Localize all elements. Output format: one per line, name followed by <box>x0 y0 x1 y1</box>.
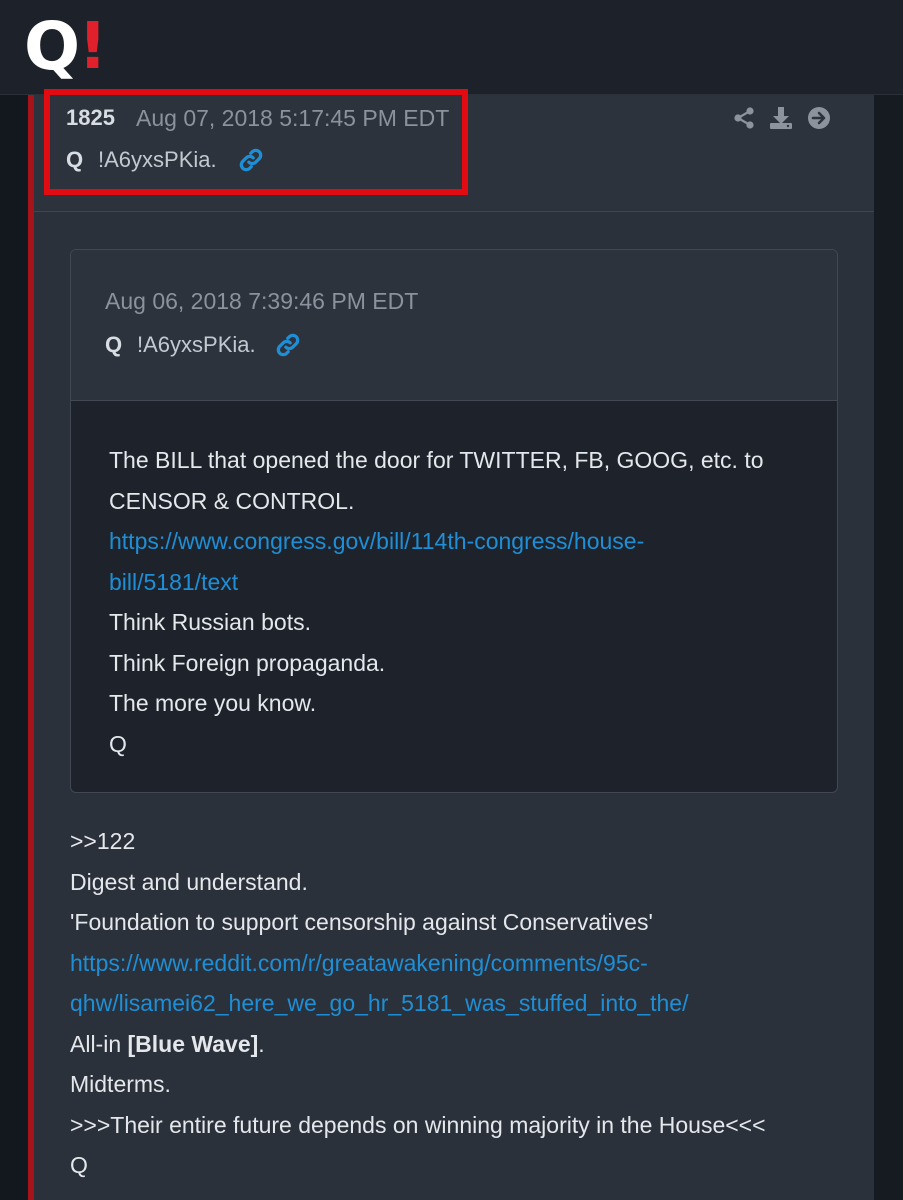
quoted-post-header: Aug 06, 2018 7:39:46 PM EDT Q !A6yxsPKia… <box>71 250 837 401</box>
share-icon[interactable] <box>732 106 756 130</box>
post-timestamp: Aug 07, 2018 5:17:45 PM EDT <box>136 105 450 131</box>
post-text-line: 'Foundation to support censorship agains… <box>70 909 653 935</box>
post-reply-reference[interactable]: >>122 <box>70 821 860 862</box>
link-text-part: https://www.reddit.com/r/greatawakening/… <box>70 949 648 976</box>
link-text-part: https://www.congress.gov/bill/114th-cong… <box>109 528 645 554</box>
post-body: >>122 Digest and understand. 'Foundation… <box>70 821 860 1186</box>
link-icon[interactable] <box>238 147 264 173</box>
q-logo[interactable]: Q ! <box>24 8 108 85</box>
download-icon[interactable] <box>769 106 793 130</box>
reddit-link-continued[interactable]: qhw/lisamei62_here_we_go_hr_5181_was_stu… <box>70 983 860 1024</box>
quoted-text-line: Think Russian bots. <box>109 609 311 635</box>
arrow-right-circle-icon[interactable] <box>807 106 831 130</box>
quoted-post-timestamp: Aug 06, 2018 7:39:46 PM EDT <box>105 288 419 314</box>
quoted-post: Aug 06, 2018 7:39:46 PM EDT Q !A6yxsPKia… <box>70 249 838 793</box>
allin-prefix: All-in <box>70 1030 128 1057</box>
link-text-part: bill/5181/text <box>109 568 239 595</box>
congress-bill-link[interactable]: https://www.congress.gov/bill/114th-cong… <box>109 521 809 562</box>
quoted-post-body: The BILL that opened the door for TWITTE… <box>109 440 809 764</box>
left-gutter <box>0 95 28 1200</box>
post-text-line: All-in [Blue Wave]. <box>70 1024 860 1065</box>
post-tripcode: !A6yxsPKia. <box>98 147 217 172</box>
post-number[interactable]: 1825 <box>66 105 115 131</box>
quoted-text-line: The BILL that opened the door for TWITTE… <box>109 447 764 473</box>
link-icon[interactable] <box>275 332 301 358</box>
allin-suffix: . <box>258 1030 265 1057</box>
post-signature: Q <box>70 1152 88 1178</box>
reddit-link[interactable]: https://www.reddit.com/r/greatawakening/… <box>70 943 860 984</box>
page: Q ! 1825 Aug 07, 2018 5:17:45 PM EDT Q !… <box>0 0 903 1200</box>
quoted-post-tripcode: !A6yxsPKia. <box>137 332 256 357</box>
post-header: 1825 Aug 07, 2018 5:17:45 PM EDT Q !A6yx… <box>34 89 874 212</box>
quoted-signature: Q <box>109 730 127 757</box>
logo-letter: Q <box>24 8 80 85</box>
quoted-post-author-name: Q <box>105 332 123 357</box>
quoted-text-line: CENSOR & CONTROL. <box>109 487 355 514</box>
post-text-line: >>>Their entire future depends on winnin… <box>70 1111 766 1138</box>
post-text-line: Midterms. <box>70 1071 171 1097</box>
congress-bill-link-continued[interactable]: bill/5181/text <box>109 562 809 603</box>
post-card: 1825 Aug 07, 2018 5:17:45 PM EDT Q !A6yx… <box>34 89 874 1200</box>
quoted-text-line: Think Foreign propaganda. <box>109 649 386 676</box>
top-bar: Q ! <box>0 0 903 95</box>
post-author-name: Q <box>66 147 84 172</box>
right-gutter <box>874 95 903 1200</box>
logo-exclamation: ! <box>78 10 108 84</box>
quoted-text-line: The more you know. <box>109 690 317 716</box>
post-text-line: Digest and understand. <box>70 868 308 895</box>
link-text-part: qhw/lisamei62_here_we_go_hr_5181_was_stu… <box>70 990 689 1016</box>
blue-wave-bold: [Blue Wave] <box>127 1030 259 1057</box>
